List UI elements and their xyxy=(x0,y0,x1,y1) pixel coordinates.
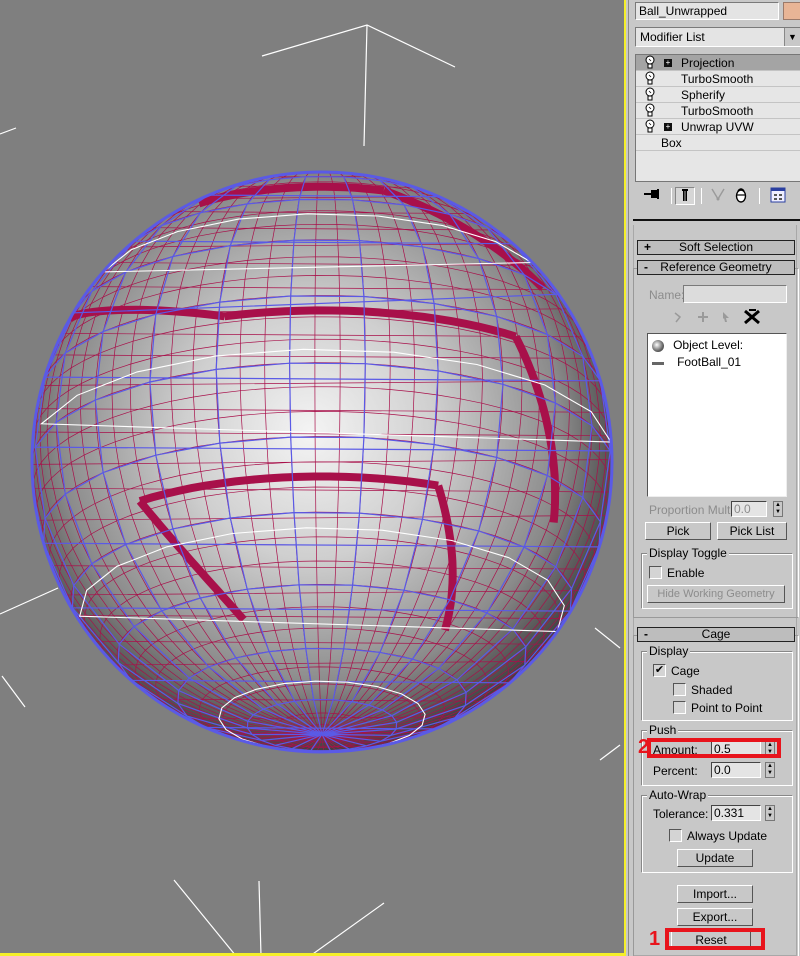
modifier-label: Spherify xyxy=(681,88,726,102)
modifier-stack-item[interactable]: + Projection xyxy=(636,55,800,71)
always-update-label: Always Update xyxy=(687,829,768,843)
annotation-box-amount xyxy=(647,738,781,758)
always-update-checkbox[interactable] xyxy=(669,829,682,842)
modifier-list-dropdown[interactable]: Modifier List ▼ xyxy=(635,27,800,47)
modifier-stack-item[interactable]: TurboSmooth xyxy=(636,103,800,119)
modifier-stack-item[interactable]: + Unwrap UVW xyxy=(636,119,800,135)
tolerance-spinner[interactable]: 0.331 xyxy=(711,805,761,821)
chevron-down-icon[interactable]: ▼ xyxy=(784,28,800,46)
object-color-swatch[interactable] xyxy=(783,2,800,20)
modifier-stack-item[interactable]: Spherify xyxy=(636,87,800,103)
annotation-number-1: 1 xyxy=(649,928,661,950)
object-name-field[interactable]: Ball_Unwrapped xyxy=(635,2,779,20)
cage-checkbox-label: Cage xyxy=(671,664,700,678)
enable-checkbox[interactable] xyxy=(649,566,662,579)
object-level-label: Object Level: xyxy=(673,338,744,352)
collapse-icon: - xyxy=(644,627,648,641)
update-button[interactable]: Update xyxy=(677,849,753,867)
proportion-mult-spinner-arrows[interactable]: ▲ ▼ xyxy=(773,501,783,517)
select-by-name-icon[interactable] xyxy=(673,311,685,326)
reference-object-label: FootBall_01 xyxy=(677,355,742,369)
soft-selection-title: Soft Selection xyxy=(678,240,754,254)
enable-label: Enable xyxy=(667,566,705,580)
pick-arrow-icon[interactable] xyxy=(721,311,731,326)
cage-rollout-header[interactable]: - Cage xyxy=(637,627,795,642)
tolerance-label: Tolerance: xyxy=(653,807,709,821)
push-group-label: Push xyxy=(647,723,679,737)
expand-icon[interactable]: + xyxy=(664,123,672,131)
reference-geometry-title: Reference Geometry xyxy=(660,260,772,274)
modifier-label: Projection xyxy=(681,56,735,70)
proportion-mult-input[interactable]: 0.0 xyxy=(731,501,767,517)
shaded-checkbox[interactable] xyxy=(673,683,686,696)
sphere-icon xyxy=(652,340,664,353)
shaded-label: Shaded xyxy=(691,683,733,697)
football-mesh xyxy=(30,170,614,754)
percent-spinner[interactable]: 0.0 xyxy=(711,762,761,778)
stack-toolbar xyxy=(635,185,800,207)
modifier-label: TurboSmooth xyxy=(681,72,754,86)
command-panel: Ball_Unwrapped Modifier List ▼ + Projecti… xyxy=(628,0,800,956)
pick-button[interactable]: Pick xyxy=(645,522,711,540)
annotation-box-reset xyxy=(665,928,765,950)
tolerance-spinner-arrows[interactable]: ▲ ▼ xyxy=(765,805,775,821)
soft-selection-rollout-header[interactable]: + Soft Selection xyxy=(637,240,795,255)
cage-checkbox[interactable]: ✔ xyxy=(653,664,666,677)
auto-wrap-group-label: Auto-Wrap xyxy=(647,788,709,802)
percent-label: Percent: xyxy=(653,764,698,778)
collapse-icon: - xyxy=(644,260,648,274)
reference-geometry-rollout-header[interactable]: - Reference Geometry xyxy=(637,260,795,275)
viewport-canvas xyxy=(0,24,621,953)
annotation-number-2: 2 xyxy=(638,736,650,758)
configure-modifier-sets-icon[interactable] xyxy=(769,187,787,205)
cage-title: Cage xyxy=(701,627,731,641)
modifier-label: Box xyxy=(661,136,682,150)
pin-stack-icon[interactable] xyxy=(643,187,661,205)
remove-modifier-icon[interactable] xyxy=(733,187,749,205)
point-to-point-checkbox[interactable] xyxy=(673,701,686,714)
modifier-stack[interactable]: + Projection TurboSmooth Spherify TurboSmoot… xyxy=(635,54,800,182)
modifier-label: TurboSmooth xyxy=(681,104,754,118)
list-item[interactable]: FootBall_01 xyxy=(652,355,741,369)
point-to-point-label: Point to Point xyxy=(691,701,763,715)
expand-icon[interactable]: + xyxy=(664,59,672,67)
hide-working-geometry-button[interactable]: Hide Working Geometry xyxy=(647,585,785,603)
reference-list[interactable]: Object Level: FootBall_01 xyxy=(647,333,787,497)
proportion-mult-label: Proportion Mult: xyxy=(649,503,734,517)
make-unique-icon[interactable] xyxy=(709,187,727,205)
display-group-label: Display xyxy=(647,644,691,658)
reference-name-field[interactable] xyxy=(683,285,787,303)
dash-icon xyxy=(652,361,664,365)
export-button[interactable]: Export... xyxy=(677,908,753,926)
panel-divider xyxy=(633,219,800,221)
pick-list-button[interactable]: Pick List xyxy=(717,522,787,540)
modifier-stack-item[interactable]: Box xyxy=(636,135,800,151)
modifier-label: Unwrap UVW xyxy=(681,120,754,134)
import-button[interactable]: Import... xyxy=(677,885,753,903)
add-icon[interactable] xyxy=(697,311,709,326)
list-item[interactable]: Object Level: xyxy=(652,338,744,353)
show-end-result-icon[interactable] xyxy=(675,187,695,205)
perspective-viewport[interactable] xyxy=(0,0,626,956)
display-toggle-label: Display Toggle xyxy=(647,546,729,560)
percent-spinner-arrows[interactable]: ▲ ▼ xyxy=(765,762,775,778)
name-label: Name: xyxy=(649,288,685,302)
modifier-list-label: Modifier List xyxy=(640,30,705,44)
modifier-stack-item[interactable]: TurboSmooth xyxy=(636,71,800,87)
delete-icon[interactable] xyxy=(743,309,761,328)
expand-icon: + xyxy=(644,240,652,254)
